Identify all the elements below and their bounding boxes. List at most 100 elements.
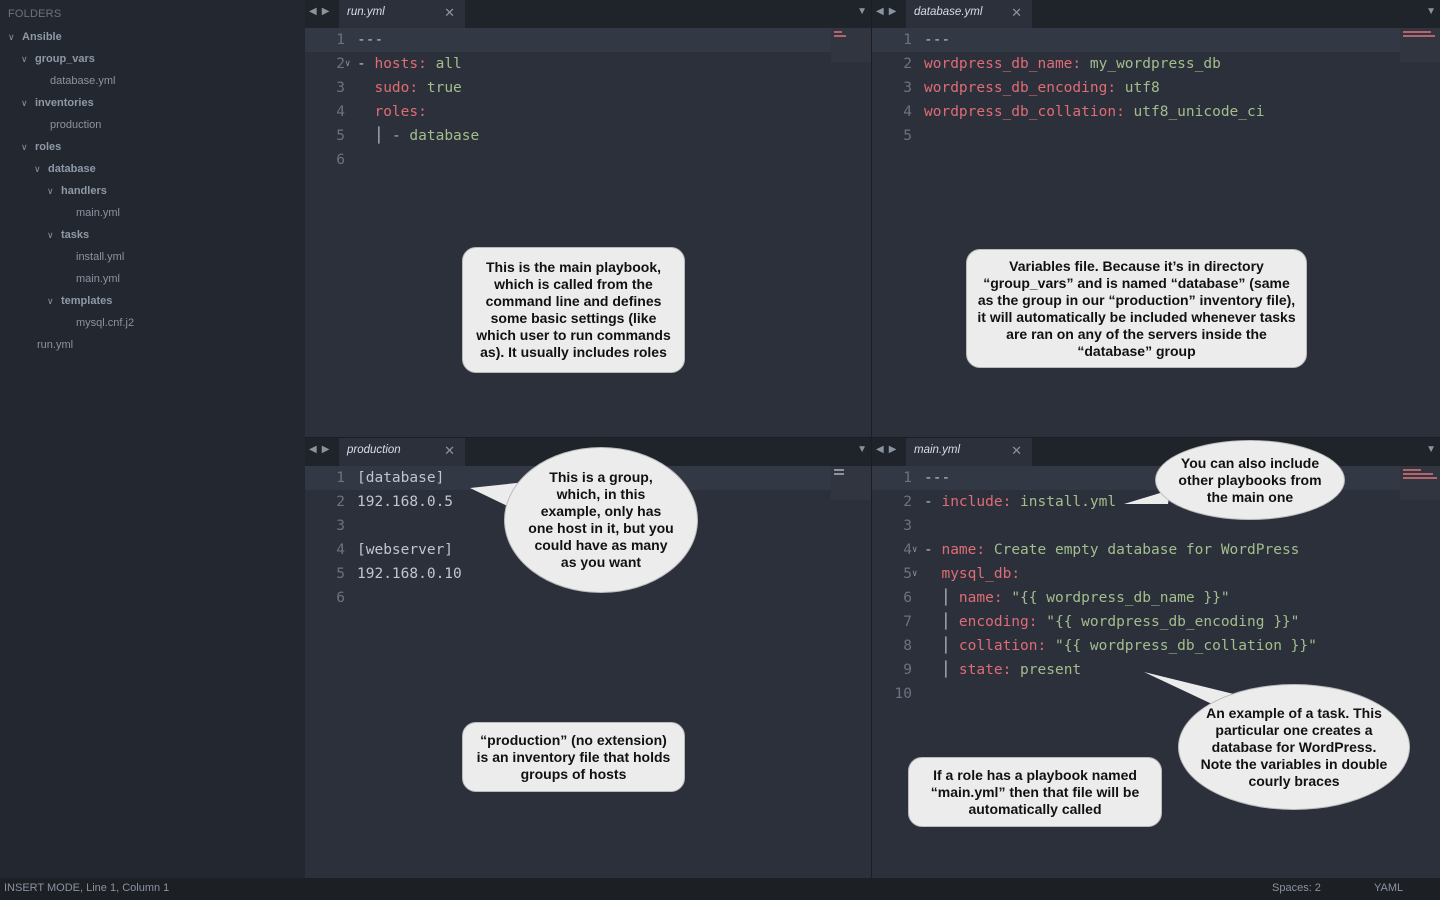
chevron-down-icon[interactable]: ∨	[47, 182, 61, 200]
tab-bar: ◀▶ database.yml ✕ ▼	[872, 0, 1440, 28]
code-text: ---	[924, 466, 950, 490]
tab-bar: ◀▶ run.yml ✕ ▼	[305, 0, 871, 28]
line-number: 6	[903, 590, 912, 606]
chevron-down-icon[interactable]: ∨	[21, 50, 35, 68]
code-token: :	[418, 56, 436, 72]
minimap[interactable]	[831, 28, 871, 62]
code-token: true	[426, 80, 462, 96]
tab-nav-arrows-icon[interactable]: ◀▶	[876, 6, 901, 17]
sidebar-file[interactable]: production	[50, 116, 101, 134]
code-text: wordpress_db_name: my_wordpress_db	[924, 52, 1221, 76]
code-token: -	[924, 542, 942, 558]
tab-label: production	[347, 444, 401, 456]
tab-menu-icon[interactable]: ▼	[1426, 6, 1436, 17]
chevron-down-icon[interactable]: ∨	[8, 28, 22, 46]
tab-label: run.yml	[347, 6, 385, 18]
tab-run-yml[interactable]: run.yml ✕	[339, 0, 465, 28]
callout-include-other: You can also include other playbooks fro…	[1155, 440, 1345, 520]
minimap[interactable]	[831, 466, 871, 500]
status-syntax[interactable]: YAML	[1374, 882, 1403, 894]
code-token: wordpress_db_encoding	[924, 80, 1108, 96]
close-icon[interactable]: ✕	[1011, 5, 1022, 21]
sidebar-file[interactable]: mysql.cnf.j2	[76, 314, 134, 332]
tab-nav-arrows-icon[interactable]: ◀▶	[309, 6, 334, 17]
chevron-down-icon[interactable]: ∨	[34, 160, 48, 178]
code-token: my_wordpress_db	[1089, 56, 1221, 72]
fold-chevron-icon[interactable]: ∨	[912, 538, 917, 562]
code-token: :	[1107, 80, 1125, 96]
tab-menu-icon[interactable]: ▼	[857, 444, 867, 455]
code-text: │ collation: "{{ wordpress_db_collation …	[924, 634, 1316, 658]
sidebar-folder[interactable]: ∨ handlers	[47, 182, 107, 200]
sidebar-folder[interactable]: ∨ database	[34, 160, 96, 178]
sidebar-file[interactable]: install.yml	[76, 248, 124, 266]
status-bar: INSERT MODE, Line 1, Column 1 Spaces: 2 …	[0, 878, 1440, 900]
horizontal-divider[interactable]	[305, 437, 1440, 438]
code-line: 3 wordpress_db_encoding: utf8	[872, 76, 1440, 100]
code-area[interactable]: 1 --- 2 ∨ - hosts: all 3 sudo: true 4 roles: 5 …	[305, 28, 871, 437]
code-token: 192.168.0.5	[357, 494, 454, 510]
tab-menu-icon[interactable]: ▼	[1426, 444, 1436, 455]
code-text: │ name: "{{ wordpress_db_name }}"	[924, 586, 1229, 610]
code-token: utf8	[1124, 80, 1160, 96]
code-token: state	[958, 662, 1003, 678]
code-token: present	[1020, 662, 1082, 678]
line-number: 8	[903, 638, 912, 654]
close-icon[interactable]: ✕	[444, 443, 455, 459]
code-text: mysql_db:	[924, 562, 1020, 586]
callout-variables-file: Variables file. Because it’s in director…	[966, 249, 1307, 368]
tab-nav-arrows-icon[interactable]: ◀▶	[876, 444, 901, 455]
sidebar-file[interactable]: database.yml	[50, 72, 115, 90]
code-text: │ - database	[357, 124, 479, 148]
code-token: │	[924, 614, 959, 630]
code-token: :	[1002, 494, 1021, 510]
callout-group: This is a group, which, in this example,…	[504, 447, 698, 593]
line-number: 2	[336, 494, 345, 510]
close-icon[interactable]: ✕	[1011, 443, 1022, 459]
code-text: [database]	[357, 466, 444, 490]
tab-production[interactable]: production ✕	[339, 438, 465, 466]
vertical-divider[interactable]	[871, 0, 872, 878]
sidebar-folder[interactable]: ∨ group_vars	[21, 50, 95, 68]
tab-nav-arrows-icon[interactable]: ◀▶	[309, 444, 334, 455]
tab-menu-icon[interactable]: ▼	[857, 6, 867, 17]
code-token: ---	[924, 32, 951, 48]
sidebar-item-label: main.yml	[76, 207, 121, 219]
sidebar-folder[interactable]: ∨ tasks	[47, 226, 89, 244]
chevron-down-icon[interactable]: ∨	[21, 138, 35, 156]
tab-database-yml[interactable]: database.yml ✕	[906, 0, 1032, 28]
status-spaces[interactable]: Spaces: 2	[1272, 882, 1321, 894]
sidebar-item-label: templates	[61, 295, 113, 307]
line-number: 3	[903, 80, 912, 96]
sidebar-folder[interactable]: ∨ roles	[21, 138, 61, 156]
sidebar-item-label: handlers	[61, 185, 107, 197]
line-number: 1	[903, 32, 912, 48]
chevron-down-icon[interactable]: ∨	[21, 94, 35, 112]
tab-bar: ◀▶ main.yml ✕ ▼	[872, 438, 1440, 466]
sidebar-item-label: database.yml	[50, 75, 116, 87]
minimap[interactable]	[1400, 28, 1440, 62]
sidebar-file[interactable]: run.yml	[37, 336, 73, 354]
sidebar-file[interactable]: main.yml	[76, 270, 120, 288]
line-number: 10	[894, 686, 912, 702]
sidebar-folder[interactable]: ∨ Ansible	[8, 28, 62, 46]
sidebar-folder[interactable]: ∨ inventories	[21, 94, 94, 112]
chevron-down-icon[interactable]: ∨	[47, 292, 61, 310]
fold-chevron-icon[interactable]: ∨	[345, 52, 350, 76]
code-text: - hosts: all	[357, 52, 462, 76]
code-area[interactable]: 1 --- 2 wordpress_db_name: my_wordpress_db 3…	[872, 28, 1440, 437]
sidebar-folder[interactable]: ∨ templates	[47, 292, 112, 310]
tab-main-yml[interactable]: main.yml ✕	[906, 438, 1032, 466]
code-token: wordpress_db_name	[924, 56, 1073, 72]
minimap[interactable]	[1400, 466, 1440, 500]
editor-pane-database-yml: ◀▶ database.yml ✕ ▼ 1 --- 2 wordpress_db_na…	[872, 0, 1440, 437]
line-number: 2	[903, 56, 912, 72]
sidebar-file[interactable]: main.yml	[76, 204, 120, 222]
fold-chevron-icon[interactable]: ∨	[912, 562, 917, 586]
code-token: collation	[958, 638, 1038, 654]
chevron-down-icon[interactable]: ∨	[47, 226, 61, 244]
close-icon[interactable]: ✕	[444, 5, 455, 21]
code-token: - database	[391, 128, 480, 144]
